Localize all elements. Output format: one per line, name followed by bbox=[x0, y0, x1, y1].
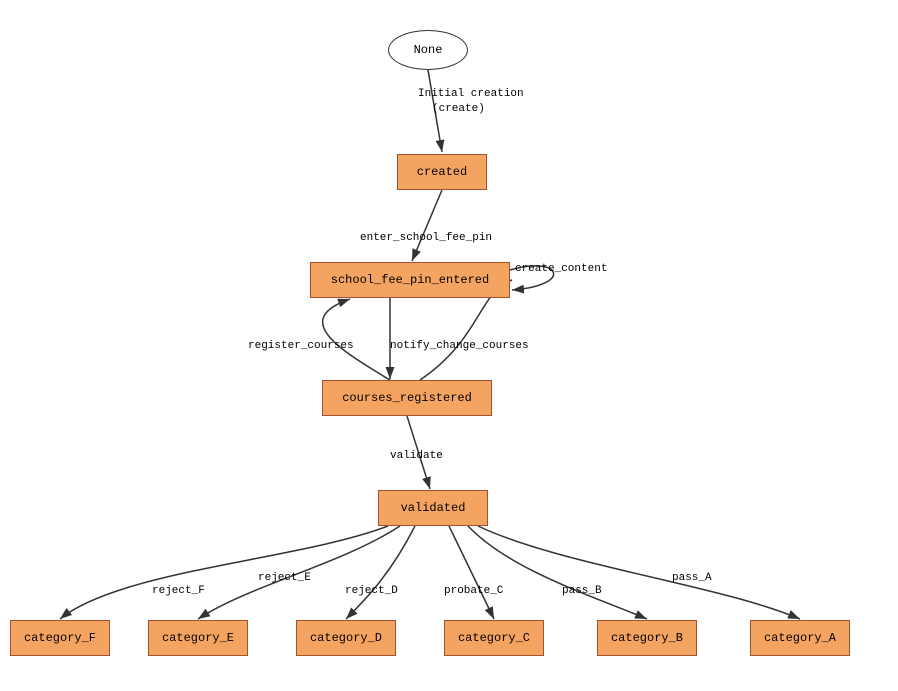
node-category-e: category_E bbox=[148, 620, 248, 656]
node-category-a: category_A bbox=[750, 620, 850, 656]
node-created: created bbox=[397, 154, 487, 190]
label-reject-e: reject_E bbox=[258, 572, 311, 584]
label-create-content: create_content bbox=[515, 263, 607, 275]
node-courses-registered: courses_registered bbox=[322, 380, 492, 416]
label-reject-f: reject_F bbox=[152, 585, 205, 597]
label-validate: validate bbox=[390, 450, 443, 462]
label-pass-b: pass_B bbox=[562, 585, 602, 597]
label-probate-c: probate_C bbox=[444, 585, 503, 597]
label-create: (create) bbox=[432, 103, 485, 115]
label-reject-d: reject_D bbox=[345, 585, 398, 597]
label-pass-a: pass_A bbox=[672, 572, 712, 584]
node-category-c: category_C bbox=[444, 620, 544, 656]
label-initial-creation: Initial creation bbox=[418, 88, 524, 100]
label-enter-school-fee-pin: enter_school_fee_pin bbox=[360, 232, 492, 244]
node-school-fee-pin-entered: school_fee_pin_entered bbox=[310, 262, 510, 298]
label-notify-change-courses: notify_change_courses bbox=[390, 340, 529, 352]
node-category-b: category_B bbox=[597, 620, 697, 656]
label-register-courses: register_courses bbox=[248, 340, 354, 352]
node-category-f: category_F bbox=[10, 620, 110, 656]
state-diagram: None created school_fee_pin_entered cour… bbox=[0, 0, 898, 691]
node-none: None bbox=[388, 30, 468, 70]
node-category-d: category_D bbox=[296, 620, 396, 656]
node-validated: validated bbox=[378, 490, 488, 526]
